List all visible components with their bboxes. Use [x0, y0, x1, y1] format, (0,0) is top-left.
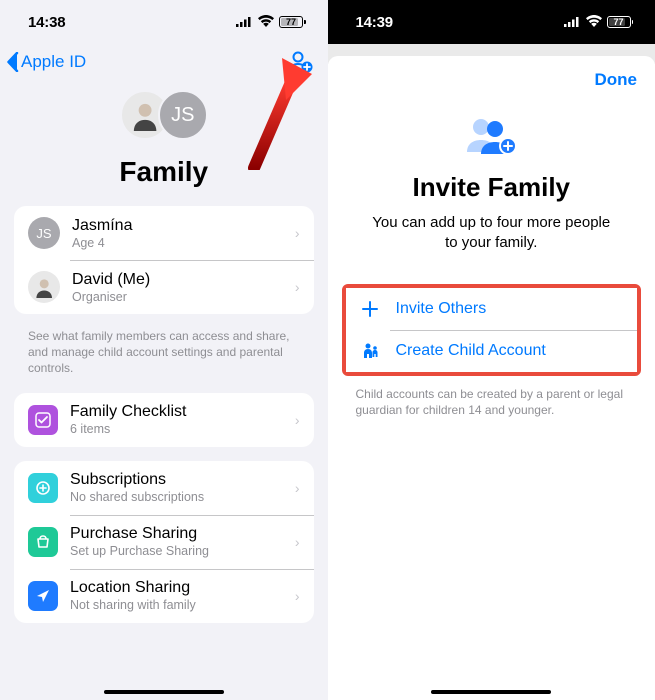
page-title: Family: [119, 156, 208, 188]
chevron-right-icon: ›: [295, 225, 300, 241]
battery-icon: 77: [279, 16, 306, 28]
row-sub: 6 items: [70, 422, 283, 436]
location-sharing-icon: [28, 581, 58, 611]
status-icons: 77: [236, 14, 306, 31]
subscriptions-row[interactable]: Subscriptions No shared subscriptions ›: [14, 461, 314, 515]
avatar-photo: [28, 271, 60, 303]
cellular-icon: [236, 14, 253, 31]
create-child-account-button[interactable]: Create Child Account: [346, 330, 638, 372]
row-title: Location Sharing: [70, 579, 283, 597]
invite-title: Invite Family: [413, 172, 571, 203]
member-detail: Organiser: [72, 290, 283, 304]
family-checklist-row[interactable]: Family Checklist 6 items ›: [14, 393, 314, 447]
row-sub: No shared subscriptions: [70, 490, 283, 504]
invite-others-button[interactable]: Invite Others: [346, 288, 638, 330]
plus-icon: [360, 301, 380, 317]
chevron-right-icon: ›: [295, 588, 300, 604]
cellular-icon: [564, 14, 581, 31]
chevron-right-icon: ›: [295, 480, 300, 496]
family-checklist-group: Family Checklist 6 items ›: [14, 393, 314, 447]
action-label: Invite Others: [396, 300, 487, 318]
family-icon: [461, 114, 521, 156]
avatar-member: JS: [158, 90, 208, 140]
back-label: Apple ID: [21, 52, 86, 72]
member-detail: Age 4: [72, 236, 283, 250]
row-title: Purchase Sharing: [70, 525, 283, 543]
row-sub: Not sharing with family: [70, 598, 283, 612]
person-icon: [33, 276, 55, 298]
sheet-nav: Done: [328, 56, 655, 104]
status-time: 14:39: [356, 14, 393, 31]
location-sharing-row[interactable]: Location Sharing Not sharing with family…: [14, 569, 314, 623]
family-settings-screen: 14:38 77 Apple ID: [0, 0, 328, 700]
nav-bar: Apple ID: [0, 44, 328, 82]
checklist-icon: [28, 405, 58, 435]
invite-family-sheet-screen: 14:39 77 Done: [328, 0, 655, 700]
row-title: Family Checklist: [70, 403, 283, 421]
home-indicator[interactable]: [104, 690, 224, 694]
home-indicator[interactable]: [431, 690, 551, 694]
chevron-right-icon: ›: [295, 412, 300, 428]
actions-footer: Child accounts can be created by a paren…: [328, 376, 655, 428]
status-icons: 77: [564, 14, 634, 31]
family-header: JS Family: [0, 82, 328, 206]
family-settings-group: Subscriptions No shared subscriptions › …: [14, 461, 314, 623]
action-label: Create Child Account: [396, 342, 546, 360]
add-family-member-button[interactable]: [286, 48, 314, 76]
invite-subtitle: You can add up to four more people to yo…: [368, 213, 616, 254]
child-icon: [360, 342, 380, 360]
battery-icon: 77: [607, 16, 634, 28]
status-bar: 14:39 77: [328, 0, 655, 44]
family-avatars: JS: [120, 90, 208, 142]
chevron-left-icon: [6, 52, 19, 72]
wifi-icon: [258, 14, 274, 31]
subscriptions-icon: [28, 473, 58, 503]
family-member-row[interactable]: David (Me) Organiser ›: [14, 260, 314, 314]
member-name: David (Me): [72, 271, 283, 289]
row-title: Subscriptions: [70, 471, 283, 489]
invite-family-sheet: Done Invite Family You can add up to fou…: [328, 56, 655, 700]
row-sub: Set up Purchase Sharing: [70, 544, 283, 558]
family-members-group: JS Jasmína Age 4 › David (Me) Organiser …: [14, 206, 314, 314]
status-time: 14:38: [28, 14, 65, 31]
done-button[interactable]: Done: [595, 70, 638, 90]
person-icon: [129, 99, 161, 131]
purchase-sharing-row[interactable]: Purchase Sharing Set up Purchase Sharing…: [14, 515, 314, 569]
back-button[interactable]: Apple ID: [6, 52, 86, 72]
members-footer: See what family members can access and s…: [0, 328, 328, 393]
wifi-icon: [586, 14, 602, 31]
avatar-initials: JS: [28, 217, 60, 249]
purchase-sharing-icon: [28, 527, 58, 557]
invite-header: Invite Family You can add up to four mor…: [328, 104, 655, 284]
status-bar: 14:38 77: [0, 0, 328, 44]
member-name: Jasmína: [72, 217, 283, 235]
chevron-right-icon: ›: [295, 279, 300, 295]
invite-actions-highlighted: Invite Others Create Child Account: [342, 284, 642, 376]
family-member-row[interactable]: JS Jasmína Age 4 ›: [14, 206, 314, 260]
chevron-right-icon: ›: [295, 534, 300, 550]
person-add-icon: [286, 48, 314, 76]
